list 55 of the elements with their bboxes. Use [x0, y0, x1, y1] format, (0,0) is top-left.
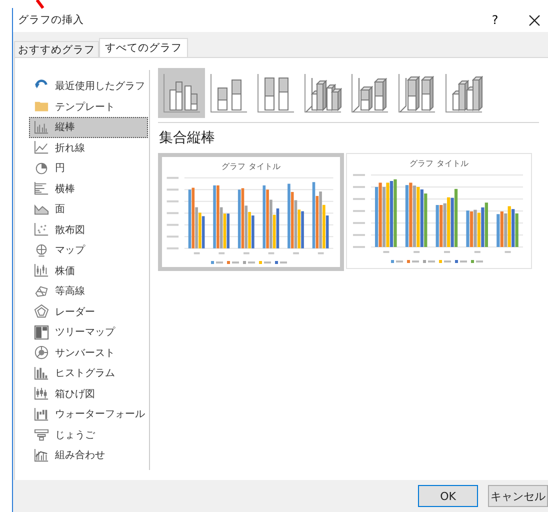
chart-type-item[interactable]: 円: [29, 158, 148, 178]
three-d-stacked-column-icon: [350, 72, 388, 114]
chart-type-item[interactable]: テンプレート: [29, 96, 148, 117]
combo-chart-icon: [34, 448, 49, 463]
chart-type-item[interactable]: 面: [29, 199, 148, 220]
dialog-tab[interactable]: すべてのグラフ: [99, 38, 188, 57]
chart-type-item[interactable]: ウォーターフォール: [29, 404, 148, 424]
sunburst-icon: [34, 345, 49, 360]
chart-type-item[interactable]: 箱ひげ図: [29, 384, 148, 404]
chart-type-item[interactable]: じょうご: [29, 424, 148, 445]
funnel-icon: [34, 427, 49, 442]
histogram-icon: [34, 366, 49, 381]
scatter-chart-icon: [34, 222, 49, 238]
chart-type-item[interactable]: 組み合わせ: [29, 445, 148, 466]
stock-chart-icon: [34, 263, 49, 278]
chart-type-item[interactable]: サンバースト: [29, 342, 148, 363]
chart-preview[interactable]: グラフ タイトル: [346, 153, 532, 269]
clustered-column-icon: [162, 72, 200, 114]
cancel-button[interactable]: キャンセル: [488, 485, 548, 507]
chart-type-item[interactable]: 散布図: [29, 220, 148, 240]
three-d-percent-stacked-column-icon: [398, 72, 436, 114]
chart-type-item[interactable]: 等高線: [29, 281, 148, 302]
chart-type-item[interactable]: ヒストグラム: [29, 363, 148, 384]
chart-type-item[interactable]: ツリーマップ: [29, 322, 148, 342]
window-title: グラフの挿入: [18, 13, 85, 27]
close-icon[interactable]: [529, 14, 540, 26]
chart-title: グラフ タイトル: [222, 161, 280, 172]
chart-title: グラフ タイトル: [410, 158, 468, 169]
globe-icon: [34, 242, 49, 258]
dialog-tab[interactable]: おすすめグラフ: [14, 41, 99, 57]
percent-stacked-column-icon: [256, 72, 294, 114]
box-plot-icon: [34, 386, 49, 402]
chart-type-item[interactable]: レーダー: [29, 302, 148, 322]
stacked-column-icon: [210, 72, 248, 114]
chart-type-item[interactable]: マップ: [29, 240, 148, 260]
ok-button[interactable]: OK: [418, 485, 478, 507]
chart-type-item[interactable]: 最近使用したグラフ: [29, 76, 148, 96]
radar-chart-icon: [34, 304, 49, 320]
waterfall-chart-icon: [34, 406, 49, 422]
three-d-column-icon: [444, 72, 482, 114]
chart-type-item[interactable]: 縦棒: [29, 117, 148, 138]
horizontal-bar-chart-icon: [34, 181, 49, 196]
three-d-clustered-column-icon: [304, 72, 342, 114]
chart-type-item[interactable]: 折れ線: [29, 138, 148, 158]
chart-type-name: 集合縦棒: [159, 129, 216, 147]
chart-type-item[interactable]: 横棒: [29, 178, 148, 199]
pie-chart-icon: [34, 160, 49, 176]
line-chart-icon: [34, 140, 49, 156]
chart-subtype-button[interactable]: [158, 68, 205, 118]
chart-preview[interactable]: グラフ タイトル: [158, 153, 344, 271]
chart-type-item[interactable]: 株価: [29, 260, 148, 281]
bar-chart-icon: [34, 120, 49, 135]
treemap-icon: [34, 324, 49, 340]
help-button[interactable]: ?: [487, 13, 503, 27]
surface-chart-icon: [34, 284, 49, 299]
